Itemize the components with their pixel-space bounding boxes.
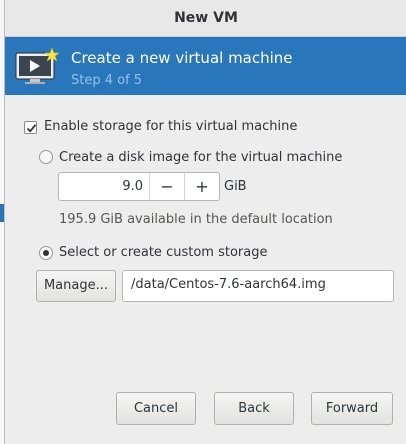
decrement-button[interactable]: − xyxy=(149,173,184,200)
storage-path-input[interactable] xyxy=(131,277,387,292)
wizard-banner: Create a new virtual machine Step 4 of 5 xyxy=(5,37,406,95)
window-title: New VM xyxy=(174,10,238,26)
manage-button[interactable]: Manage... xyxy=(36,270,116,302)
radio-selected-dot xyxy=(43,250,49,256)
available-space-text: 195.9 GiB available in the default locat… xyxy=(59,212,333,227)
banner-title: Create a new virtual machine xyxy=(71,49,293,67)
storage-path-field[interactable] xyxy=(122,270,394,302)
enable-storage-label[interactable]: Enable storage for this virtual machine xyxy=(44,119,297,134)
checkmark-icon xyxy=(26,124,37,133)
custom-storage-radio[interactable] xyxy=(39,246,53,260)
enable-storage-checkbox[interactable] xyxy=(24,121,37,134)
increment-button[interactable]: + xyxy=(184,173,219,200)
disk-size-spinbutton[interactable]: 9.0 − + xyxy=(58,172,220,201)
size-unit-label: GiB xyxy=(224,179,247,194)
disk-image-radio[interactable] xyxy=(39,150,53,164)
custom-storage-label[interactable]: Select or create custom storage xyxy=(59,245,267,260)
virtual-machine-screen-icon xyxy=(14,47,60,87)
titlebar[interactable]: New VM xyxy=(5,0,406,37)
new-vm-dialog: New VM Create a new virtual machine Step… xyxy=(4,0,406,444)
banner-step: Step 4 of 5 xyxy=(71,73,143,88)
back-button[interactable]: Back xyxy=(214,392,294,425)
forward-button[interactable]: Forward xyxy=(311,392,393,425)
disk-image-label[interactable]: Create a disk image for the virtual mach… xyxy=(59,150,342,165)
disk-size-value[interactable]: 9.0 xyxy=(122,179,143,194)
cancel-button[interactable]: Cancel xyxy=(116,392,196,425)
